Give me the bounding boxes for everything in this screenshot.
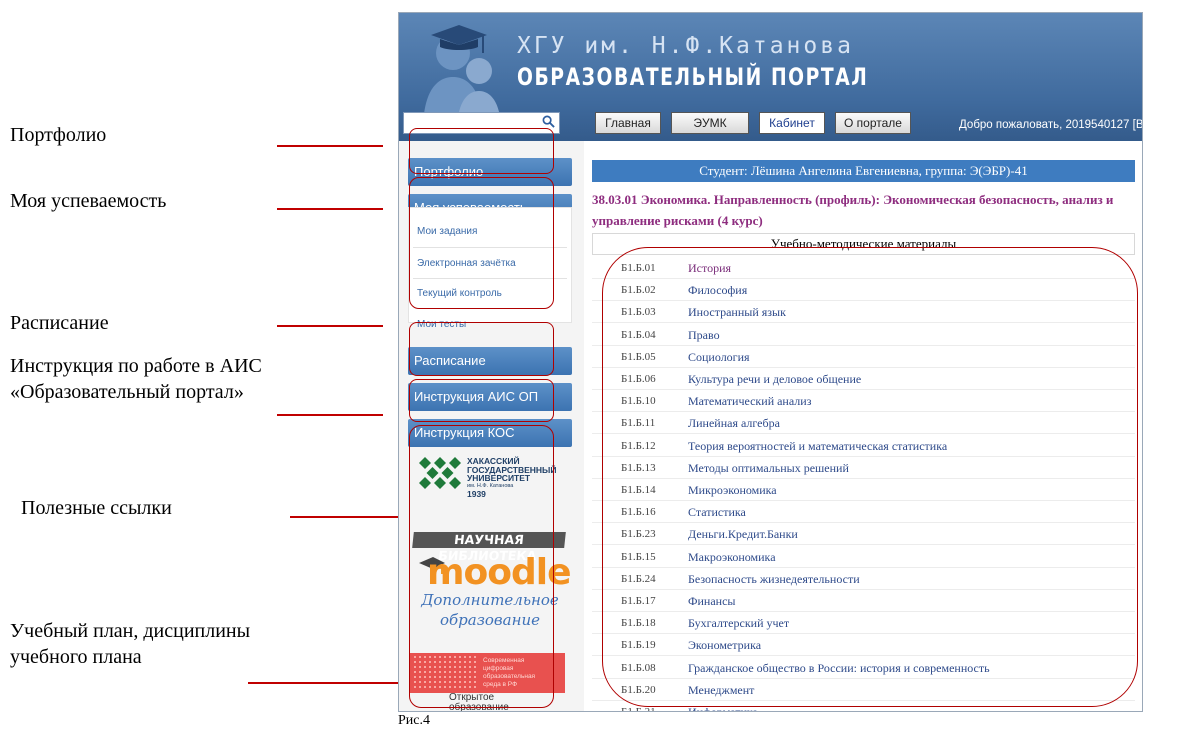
highlight-schedule <box>409 322 554 376</box>
highlight-useful-links <box>409 425 554 708</box>
figure-caption: Рис.4 <box>398 713 430 728</box>
annotation-curriculum: Учебный план, дисциплины учебного плана <box>10 620 251 668</box>
highlight-progress <box>409 177 554 309</box>
annotation-schedule: Расписание <box>10 312 109 334</box>
annotation-instruction: Инструкция по работе в АИС «Образователь… <box>10 355 262 403</box>
highlight-curriculum <box>602 247 1138 707</box>
highlight-portfolio <box>409 128 554 174</box>
highlight-instruction <box>409 379 554 422</box>
portal-university-name: ХГУ им. Н.Ф.Катанова <box>517 33 854 59</box>
leader-line-useful-links <box>290 516 398 518</box>
leader-line-schedule <box>277 325 383 327</box>
annotation-portfolio: Портфолио <box>10 124 107 146</box>
leader-line-portfolio <box>277 145 383 147</box>
portal-window: ХГУ им. Н.Ф.Катанова ОБРАЗОВАТЕЛЬНЫЙ ПОР… <box>398 12 1143 712</box>
student-info-bar: Студент: Лёшина Ангелина Евгениевна, гру… <box>592 160 1135 182</box>
nav-home-button[interactable]: Главная <box>595 112 661 134</box>
nav-about-button[interactable]: О портале <box>835 112 911 134</box>
annotation-progress: Моя успеваемость <box>10 190 167 212</box>
annotation-useful-links: Полезные ссылки <box>21 497 172 519</box>
nav-eumk-button[interactable]: ЭУМК <box>671 112 749 134</box>
search-icon[interactable] <box>542 115 555 128</box>
portal-title: ОБРАЗОВАТЕЛЬНЫЙ ПОРТАЛ <box>517 63 869 91</box>
leader-line-progress <box>277 208 383 210</box>
welcome-logout-link[interactable]: Добро пожаловать, 2019540127 [Выйти] <box>959 119 1142 131</box>
nav-cabinet-button[interactable]: Кабинет <box>759 112 825 134</box>
specialty-title: 38.03.01 Экономика. Направленность (проф… <box>592 192 1114 228</box>
leader-line-instruction <box>277 414 383 416</box>
